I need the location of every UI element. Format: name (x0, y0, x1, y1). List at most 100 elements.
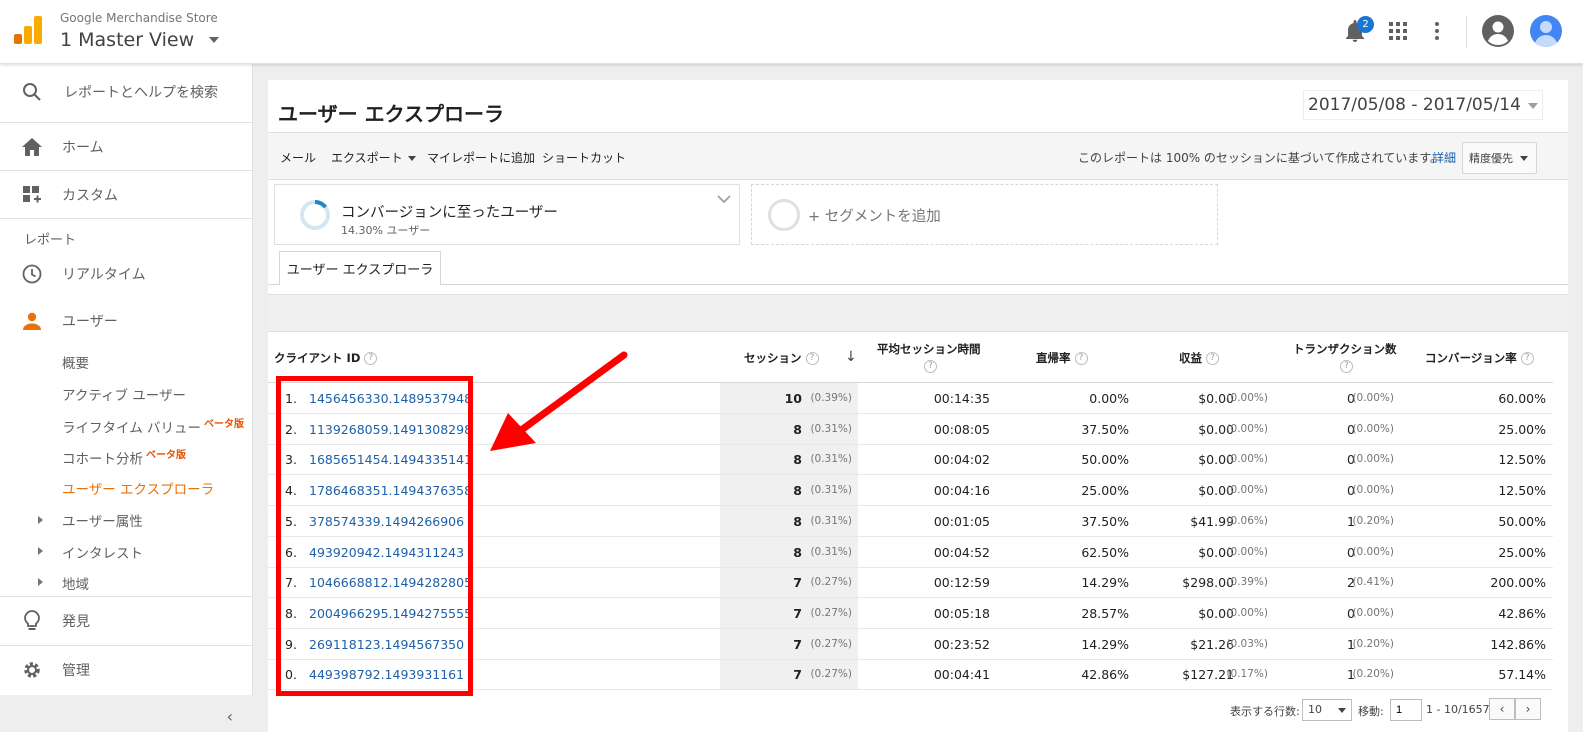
help-icon[interactable]: ? (1074, 352, 1088, 365)
header-label: コンバージョン率 (1425, 351, 1517, 365)
sidebar-label: カスタム (62, 188, 118, 204)
add-segment-label: + セグメントを追加 (808, 209, 941, 225)
sidebar-sub-geo[interactable]: 地域 (62, 573, 89, 593)
sidebar-search[interactable]: レポートとヘルプを検索 (0, 76, 253, 108)
sessions-pct: (0.27%) (810, 606, 852, 619)
help-icon[interactable]: ? (1340, 360, 1353, 373)
conversion-rate-value: 60.00% (1498, 391, 1546, 406)
header-label: セッション (744, 351, 802, 365)
rows-per-page-select[interactable]: 10 (1302, 699, 1352, 721)
sidebar-sub-cohort[interactable]: コホート分析 ベータ版 (62, 446, 186, 468)
sidebar-sub-lifetime-value[interactable]: ライフタイム バリュー ベータ版 (62, 415, 244, 437)
gear-icon (20, 658, 44, 682)
user-avatar[interactable] (1530, 15, 1562, 47)
account-circle-icon[interactable] (1482, 15, 1514, 47)
sessions-value: 7 (793, 667, 802, 683)
bounce-rate-value: 62.50% (1081, 544, 1129, 560)
sessions-pct: (0.31%) (810, 484, 852, 497)
search-icon (20, 80, 44, 104)
header-avg-session-duration[interactable]: 平均セッション時間 (877, 341, 981, 357)
sidebar-sub-user-explorer[interactable]: ユーザー エクスプローラ (62, 478, 214, 498)
sidebar-item-realtime[interactable]: リアルタイム (0, 258, 253, 290)
sidebar-divider (0, 596, 253, 597)
sessions-value: 8 (793, 544, 802, 560)
avg-duration-value: 00:04:16 (933, 483, 990, 499)
view-name[interactable]: 1 Master View (60, 29, 194, 51)
add-to-dashboard-button[interactable]: マイレポートに追加 (427, 149, 535, 166)
tab-user-explorer[interactable]: ユーザー エクスプローラ (279, 251, 441, 285)
help-icon[interactable]: ? (924, 360, 937, 373)
sidebar-item-home[interactable]: ホーム (0, 131, 253, 163)
help-icon[interactable]: ? (1206, 352, 1219, 365)
expand-arrow-icon[interactable] (38, 578, 43, 586)
sessions-value: 7 (793, 605, 802, 621)
header-bounce-rate[interactable]: 直帰率? (1036, 350, 1088, 366)
expand-arrow-icon[interactable] (38, 516, 43, 524)
sidebar-item-users[interactable]: ユーザー (0, 305, 253, 337)
annotation-arrow-icon (490, 351, 628, 451)
highlight-box (276, 376, 473, 696)
detail-link[interactable]: 詳細 (1432, 149, 1456, 166)
transactions-pct: (0.00%) (1352, 422, 1394, 435)
prev-page-button[interactable]: ‹ (1489, 698, 1515, 720)
export-button[interactable]: エクスポート (331, 149, 416, 166)
goto-label: 移動: (1358, 705, 1384, 718)
analytics-logo-icon[interactable] (14, 16, 42, 44)
help-icon[interactable]: ? (805, 352, 819, 365)
sidebar-divider (0, 170, 253, 171)
sidebar: レポートとヘルプを検索 ホーム カスタム レポート リアルタイム ユーザー 概要… (0, 64, 253, 732)
chevron-down-icon (407, 156, 416, 161)
sidebar-item-admin[interactable]: 管理 (0, 654, 253, 686)
account-name[interactable]: Google Merchandise Store (60, 11, 218, 25)
bounce-rate-value: 14.29% (1081, 575, 1129, 591)
avg-duration-value: 00:04:52 (933, 544, 990, 560)
bounce-rate-value: 28.57% (1081, 605, 1129, 621)
chevron-down-icon[interactable] (717, 193, 731, 208)
precision-select[interactable]: 精度優先 (1462, 142, 1537, 174)
report-toolbar: メール エクスポート マイレポートに追加 ショートカット このレポートは 100… (268, 132, 1568, 180)
revenue-pct: (0.17%) (1226, 668, 1268, 681)
help-icon[interactable]: ? (1520, 352, 1534, 365)
header-revenue[interactable]: 収益? (1179, 350, 1219, 366)
header-label: 収益 (1179, 351, 1202, 365)
sidebar-sub-interests[interactable]: インタレスト (62, 542, 143, 562)
export-label: エクスポート (331, 151, 403, 165)
sidebar-label: ホーム (62, 140, 104, 156)
header-transactions[interactable]: トランザクション数 (1293, 341, 1397, 357)
transactions-pct: (0.20%) (1352, 668, 1394, 681)
next-page-button[interactable]: › (1515, 698, 1541, 720)
sessions-pct: (0.31%) (810, 422, 852, 435)
sidebar-item-custom[interactable]: カスタム (0, 179, 253, 211)
sort-descending-icon[interactable]: ↓ (845, 349, 857, 365)
collapse-sidebar-icon[interactable]: ‹ (227, 707, 233, 726)
expand-arrow-icon[interactable] (38, 547, 43, 555)
add-segment-button[interactable]: + セグメントを追加 (751, 184, 1218, 245)
header-client-id[interactable]: クライアント ID? (274, 350, 378, 366)
more-vertical-icon[interactable] (1423, 17, 1451, 45)
avg-duration-value: 00:05:18 (933, 605, 990, 621)
revenue-pct: (0.00%) (1226, 422, 1268, 435)
goto-page-input[interactable] (1390, 699, 1422, 721)
sidebar-sub-label: コホート分析 (62, 451, 143, 468)
toolbar-divider (1466, 16, 1467, 48)
segment-chip[interactable]: コンバージョンに至ったユーザー 14.30% ユーザー (274, 184, 740, 245)
apps-grid-icon[interactable] (1384, 17, 1412, 45)
header-sessions[interactable]: セッション? (744, 350, 819, 366)
sessions-value: 8 (793, 421, 802, 437)
sidebar-sub-overview[interactable]: 概要 (62, 352, 89, 372)
shortcut-button[interactable]: ショートカット (542, 149, 626, 166)
tab-underline (268, 284, 1568, 285)
notification-count-badge[interactable]: 2 (1357, 16, 1374, 33)
sidebar-sub-active-users[interactable]: アクティブ ユーザー (62, 384, 186, 404)
chevron-down-icon (1520, 156, 1528, 161)
header-label: クライアント ID (274, 351, 361, 365)
sessions-value: 8 (793, 452, 802, 468)
help-icon[interactable]: ? (364, 352, 378, 365)
revenue-pct: (0.06%) (1226, 514, 1268, 527)
sidebar-sub-demographics[interactable]: ユーザー属性 (62, 510, 143, 530)
view-dropdown-icon[interactable] (209, 37, 219, 43)
header-conversion-rate[interactable]: コンバージョン率? (1425, 350, 1534, 366)
email-button[interactable]: メール (280, 149, 316, 166)
sidebar-item-discover[interactable]: 発見 (0, 605, 253, 637)
date-range-picker[interactable]: 2017/05/08 - 2017/05/14 (1303, 90, 1543, 120)
